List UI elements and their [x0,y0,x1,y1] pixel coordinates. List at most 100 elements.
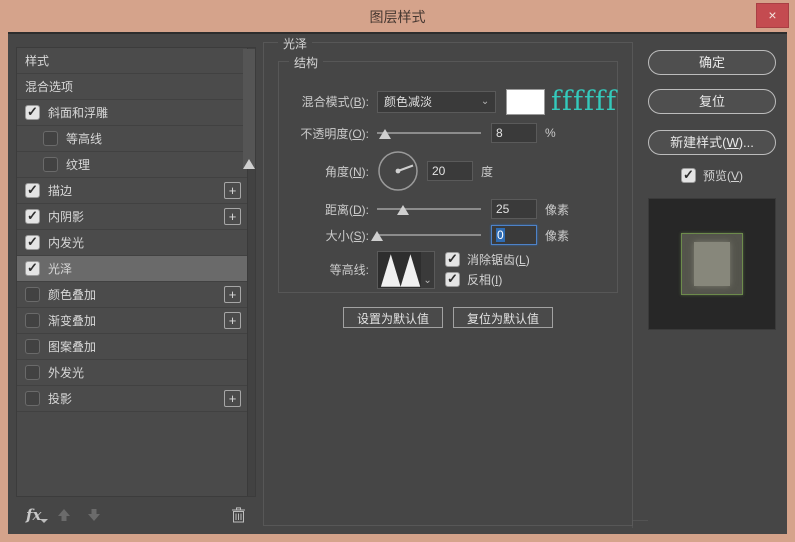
style-enable-checkbox[interactable] [43,131,58,146]
preview-checkbox[interactable] [681,168,696,183]
slider-thumb[interactable] [397,205,409,215]
structure-group: 结构 混合模式(B): 颜色减淡 ⌄ ffffff 不透明度(O): [278,61,618,293]
contour-options: 消除锯齿(L) 反相(I) [445,251,530,288]
distance-label: 距离(D): [283,201,369,218]
blend-mode-select[interactable]: 颜色减淡 ⌄ [377,91,496,113]
sidebar-item[interactable]: 混合选项 [17,74,247,100]
sidebar-item[interactable]: 等高线 [17,126,247,152]
style-enable-checkbox[interactable] [25,105,40,120]
styles-list: 样式 混合选项 斜面和浮雕 等高线 纹理 [16,47,256,497]
satin-color-swatch[interactable] [506,89,545,115]
sidebar-item[interactable]: 颜色叠加 + [17,282,247,308]
invert-checkbox-row[interactable]: 反相(I) [445,271,530,288]
contour-label: 等高线: [283,261,369,278]
angle-input[interactable]: 20 [427,161,473,181]
color-hex-annotation: ffffff [551,86,617,117]
distance-slider[interactable] [377,200,481,218]
sidebar-item-label: 渐变叠加 [48,312,224,329]
sidebar-item[interactable]: 内阴影 + [17,204,247,230]
sidebar-item[interactable]: 渐变叠加 + [17,308,247,334]
style-enable-checkbox[interactable] [25,391,40,406]
style-enable-checkbox[interactable] [25,287,40,302]
make-default-button[interactable]: 设置为默认值 [343,307,443,328]
add-instance-button[interactable]: + [224,182,241,199]
sidebar-item[interactable]: 外发光 [17,360,247,386]
default-buttons-row: 设置为默认值 复位为默认值 [264,307,632,328]
slider-thumb[interactable] [379,129,391,139]
sidebar-item-label: 斜面和浮雕 [48,104,241,121]
style-enable-checkbox[interactable] [25,235,40,250]
close-button[interactable]: × [756,3,789,28]
layer-style-dialog-window: 图层样式 × 样式 混合选项 斜面和浮雕 [0,0,795,542]
sidebar-item[interactable]: 纹理 [17,152,247,178]
size-unit: 像素 [545,227,569,244]
ok-button[interactable]: 确定 [648,50,776,75]
reset-default-button[interactable]: 复位为默认值 [453,307,553,328]
add-instance-button[interactable]: + [224,390,241,407]
opacity-slider[interactable] [377,124,481,142]
style-enable-checkbox[interactable] [25,313,40,328]
angle-unit: 度 [481,163,493,180]
new-style-button[interactable]: 新建样式(W)... [648,130,776,155]
angle-label: 角度(N): [283,163,369,180]
anti-alias-label: 消除锯齿(L) [467,251,530,268]
opacity-input[interactable]: 8 [491,123,537,143]
invert-label: 反相(I) [467,271,502,288]
move-down-icon[interactable] [87,508,101,522]
blend-mode-value: 颜色减淡 [384,93,481,110]
sidebar-item-label: 投影 [48,390,224,407]
size-row: 大小(S): 0 像素 [283,225,617,245]
style-enable-checkbox[interactable] [25,339,40,354]
preview-outer-square [681,233,743,295]
anti-alias-checkbox-row[interactable]: 消除锯齿(L) [445,251,530,268]
reset-button[interactable]: 复位 [648,89,776,114]
sidebar-item-label: 图案叠加 [48,338,241,355]
delete-effect-icon[interactable] [231,507,246,523]
add-instance-button[interactable]: + [224,312,241,329]
add-instance-button[interactable]: + [224,208,241,225]
sidebar-scrollbar[interactable] [247,48,255,496]
effect-preview-thumbnail [648,198,776,330]
distance-input[interactable]: 25 [491,199,537,219]
style-enable-checkbox[interactable] [25,365,40,380]
slider-track [377,132,481,134]
size-slider[interactable] [377,226,481,244]
slider-thumb[interactable] [371,231,383,241]
preview-checkbox-row[interactable]: 预览(V) [648,167,776,184]
chevron-down-icon: ⌄ [481,96,489,107]
sidebar-item-label: 样式 [25,52,241,69]
move-up-icon[interactable] [57,508,71,522]
action-column: 确定 复位 新建样式(W)... 预览(V) [648,50,786,330]
contour-thumbnail-icon [378,252,421,288]
fx-menu-icon[interactable]: fx [26,506,41,524]
add-instance-button[interactable]: + [224,286,241,303]
size-input[interactable]: 0 [491,225,537,245]
style-enable-checkbox[interactable] [43,157,58,172]
slider-track [377,208,481,210]
sidebar-item-label: 描边 [48,182,224,199]
opacity-unit: % [545,126,556,140]
sidebar-item[interactable]: 描边 + [17,178,247,204]
anti-alias-checkbox[interactable] [445,252,460,267]
resize-grip[interactable] [632,520,648,528]
sidebar-item[interactable]: 斜面和浮雕 [17,100,247,126]
scrollbar-thumb[interactable] [243,49,255,169]
contour-dropdown-arrow[interactable]: ⌄ [421,252,434,288]
sidebar-item[interactable]: 图案叠加 [17,334,247,360]
sidebar-item-label: 等高线 [66,130,241,147]
sidebar-item-label: 外发光 [48,364,241,381]
dialog-body: 样式 混合选项 斜面和浮雕 等高线 纹理 [8,32,787,534]
sidebar-item[interactable]: 投影 + [17,386,247,412]
titlebar: 图层样式 × [0,0,795,32]
contour-picker[interactable]: ⌄ [377,251,435,289]
style-enable-checkbox[interactable] [25,183,40,198]
sidebar-item-label: 内阴影 [48,208,224,225]
style-enable-checkbox[interactable] [25,261,40,276]
angle-dial[interactable] [377,150,419,192]
sidebar-item[interactable]: 光泽 [17,256,247,282]
sidebar-item[interactable]: 内发光 [17,230,247,256]
sidebar-item-label: 纹理 [66,156,241,173]
style-enable-checkbox[interactable] [25,209,40,224]
sidebar-item[interactable]: 样式 [17,48,247,74]
invert-checkbox[interactable] [445,272,460,287]
